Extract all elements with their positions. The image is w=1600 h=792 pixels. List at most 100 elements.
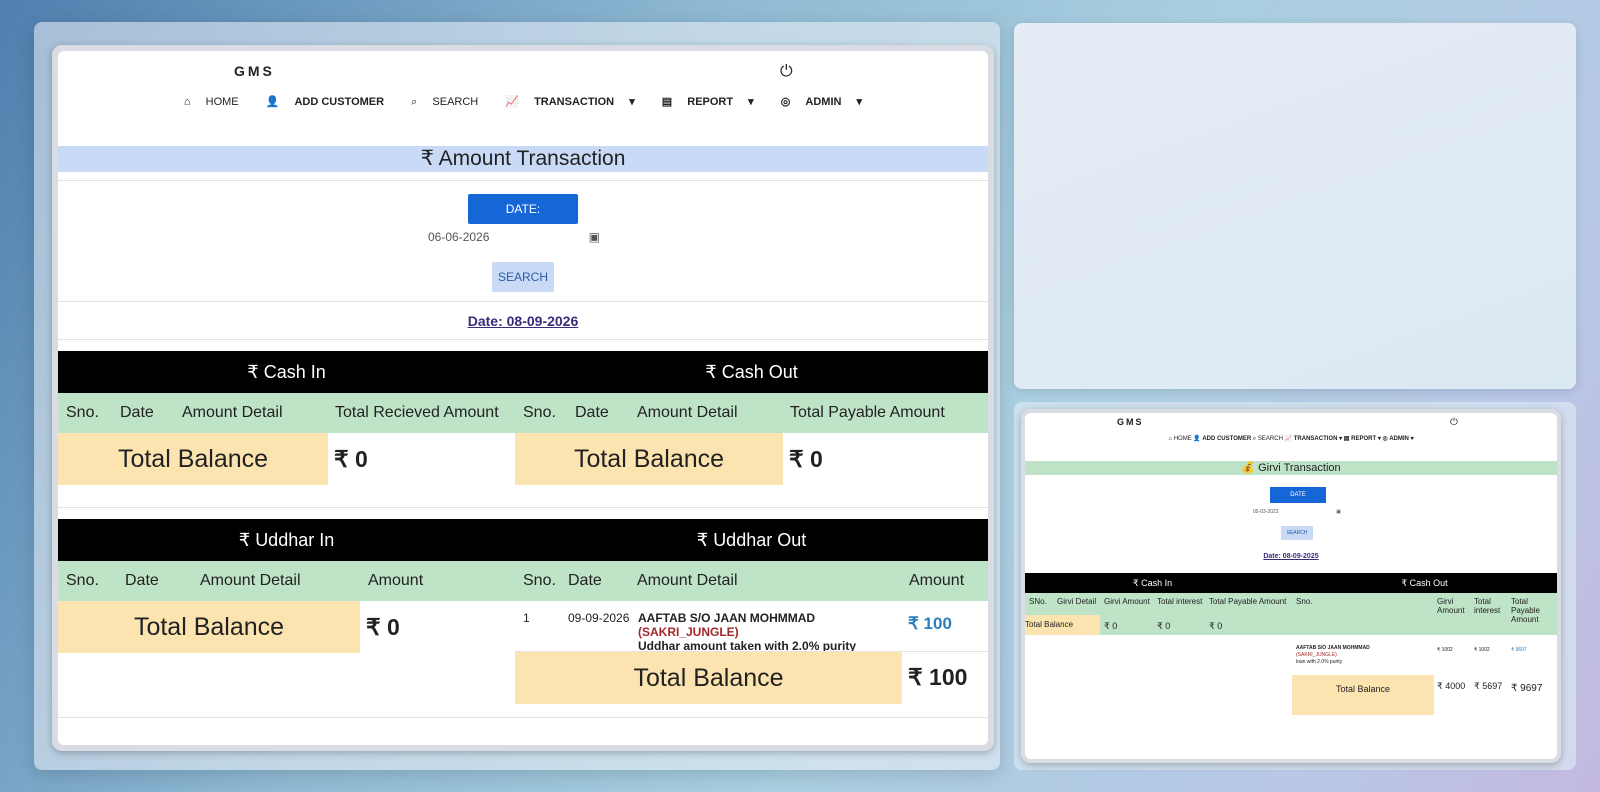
uddhar-in-total-value: ₹ 0: [366, 614, 400, 640]
selected-date-link[interactable]: Date: 08-09-2025: [1025, 553, 1557, 560]
column-header: Sno.: [66, 404, 99, 421]
column-header: SNo.: [1029, 597, 1047, 606]
date-button[interactable]: DATE:: [468, 194, 578, 224]
calendar-icon[interactable]: ▣: [589, 230, 600, 244]
power-icon[interactable]: ⏻: [1450, 417, 1458, 428]
nav-add-customer[interactable]: 👤 ADD CUSTOMER: [260, 96, 390, 108]
girvi-total-interest: ₹ 5697: [1474, 681, 1503, 691]
nav-admin[interactable]: ◎ ADMIN ▾: [775, 96, 868, 108]
girvi-total-amount: ₹ 4000: [1437, 681, 1466, 691]
customer-tag: (SAKRI_JUNGLE): [1296, 652, 1337, 658]
divider: [58, 507, 988, 508]
search-icon: ⌕: [1252, 436, 1257, 442]
cash-out-title: ₹ Cash Out: [705, 362, 798, 382]
column-header: Sno.: [523, 572, 556, 589]
selected-date-link[interactable]: Date: 08-09-2026: [58, 313, 988, 329]
main-screen: GMS ⏻ ⌂ HOME 👤 ADD CUSTOMER ⌕ SEARCH 📈 T…: [58, 51, 988, 745]
column-header: Amount: [368, 572, 424, 589]
column-header: Amount Detail: [637, 404, 738, 421]
chevron-down-icon: ▾: [856, 96, 863, 108]
search-button[interactable]: SEARCH: [492, 262, 554, 292]
chevron-down-icon: ▾: [629, 96, 635, 108]
girvi-total-payable: ₹ 9697: [1511, 683, 1543, 694]
column-header: Girvi Detail: [1057, 597, 1097, 606]
nav-add-customer[interactable]: 👤 ADD CUSTOMER: [1193, 436, 1251, 442]
nav-admin[interactable]: ◎ ADMIN ▾: [1383, 436, 1414, 442]
power-icon[interactable]: ⏻: [780, 63, 793, 81]
uddhar-out-total-value: ₹ 100: [908, 664, 968, 690]
column-header: Total Recieved Amount: [335, 404, 499, 421]
nav-admin-label: ADMIN: [1389, 436, 1409, 442]
page-title-text: Girvi Transaction: [1258, 462, 1341, 474]
list-icon: ▤: [1343, 436, 1350, 442]
customer-name: AAFTAB S/O JAAN MOHMMAD: [1296, 645, 1370, 651]
column-header: Date: [575, 404, 609, 421]
nav-report-label: REPORT: [687, 96, 734, 108]
nav-search[interactable]: ⌕ SEARCH: [1253, 436, 1283, 442]
column-header: Amount: [909, 572, 965, 589]
divider: [58, 717, 988, 718]
uddhar-out-sno: 1: [523, 611, 530, 625]
brand-logo[interactable]: GMS: [1117, 417, 1144, 427]
nav-report[interactable]: ▤ REPORT ▾: [656, 96, 760, 108]
date-field-value: 05-03-2023: [1253, 509, 1279, 515]
nav-search-label: SEARCH: [432, 96, 479, 108]
nav-search[interactable]: ⌕ SEARCH: [405, 96, 484, 108]
date-button[interactable]: DATE: [1270, 487, 1326, 503]
chevron-down-icon: ▾: [748, 96, 754, 108]
calendar-icon[interactable]: ▣: [1336, 509, 1341, 515]
cash-section-header: ₹ Cash In ₹ Cash Out: [1025, 573, 1557, 593]
cash-out-total-label: Total Balance: [515, 433, 783, 485]
nav-home[interactable]: ⌂ HOME: [1168, 436, 1191, 442]
home-icon: ⌂: [1168, 436, 1173, 442]
blank-preview-panel: [1014, 23, 1576, 389]
cash-section-header: ₹ Cash In ₹ Cash Out: [58, 351, 988, 393]
column-header: Sno.: [66, 572, 99, 589]
search-icon: ⌕: [411, 96, 418, 108]
chevron-down-icon: ▾: [1339, 436, 1343, 442]
customer-name: AAFTAB S/O JAAN MOHMMAD: [638, 611, 816, 625]
nav-home-label: HOME: [205, 96, 239, 108]
date-field[interactable]: 06-06-2026 ▣: [428, 230, 600, 244]
uddhar-column-headers: Sno. Date Amount Detail Amount Sno. Date…: [58, 561, 988, 601]
column-header: Total Payable Amount: [1511, 597, 1540, 624]
cash-in-total-value: ₹ 0: [1157, 621, 1171, 631]
chart-icon: 📈: [505, 96, 519, 108]
uddhar-in-total-label: Total Balance: [58, 601, 360, 653]
column-header: Date: [120, 404, 154, 421]
column-header: Amount Detail: [200, 572, 301, 589]
column-header: Total interest: [1474, 597, 1501, 615]
nav-add-customer-label: ADD CUSTOMER: [1202, 436, 1252, 442]
money-icon: 💰: [1241, 462, 1256, 474]
uddhar-out-amount: ₹ 100: [908, 614, 952, 633]
navbar: ⌂ HOME 👤 ADD CUSTOMER ⌕ SEARCH 📈 TRANSAC…: [1025, 435, 1557, 443]
nav-transaction-label: TRANSACTION: [534, 96, 615, 108]
date-field[interactable]: 05-03-2023 ▣: [1253, 509, 1341, 515]
girvi-entry-detail: AAFTAB S/O JAAN MOHMMAD (SAKRI_JUNGLE) l…: [1296, 645, 1432, 666]
column-header: Sno.: [523, 404, 556, 421]
girvi-amount: ₹ 1002: [1437, 647, 1453, 653]
nav-report[interactable]: ▤ REPORT ▾: [1344, 436, 1381, 442]
home-icon: ⌂: [183, 96, 191, 108]
nav-report-label: REPORT: [1351, 436, 1377, 442]
cash-in-title: ₹ Cash In: [1132, 578, 1173, 588]
entry-description: loan with 2.0% purity: [1296, 659, 1343, 665]
settings-icon: ◎: [780, 96, 791, 108]
customer-tag: (SAKRI_JUNGLE): [638, 625, 739, 639]
nav-transaction[interactable]: 📈 TRANSACTION ▾: [1285, 436, 1343, 442]
navbar: ⌂ HOME 👤 ADD CUSTOMER ⌕ SEARCH 📈 TRANSAC…: [58, 95, 988, 109]
divider: [58, 339, 988, 340]
girvi-interest: ₹ 1002: [1474, 647, 1490, 653]
main-window-frame: GMS ⏻ ⌂ HOME 👤 ADD CUSTOMER ⌕ SEARCH 📈 T…: [52, 45, 994, 751]
small-window-frame: GMS ⏻ ⌂ HOME 👤 ADD CUSTOMER ⌕ SEARCH 📈 T…: [1021, 409, 1561, 763]
nav-search-label: SEARCH: [1257, 436, 1283, 442]
date-field-value: 06-06-2026: [428, 230, 490, 244]
column-header: Amount Detail: [182, 404, 283, 421]
column-header: Total interest: [1157, 597, 1203, 606]
nav-home[interactable]: ⌂ HOME: [178, 96, 245, 108]
nav-transaction[interactable]: 📈 TRANSACTION ▾: [499, 96, 640, 108]
uddhar-out-detail: AAFTAB S/O JAAN MOHMMAD (SAKRI_JUNGLE) U…: [638, 611, 908, 653]
search-button[interactable]: SEARCH: [1281, 526, 1313, 540]
nav-add-customer-label: ADD CUSTOMER: [294, 96, 385, 108]
brand-logo[interactable]: GMS: [234, 63, 275, 79]
